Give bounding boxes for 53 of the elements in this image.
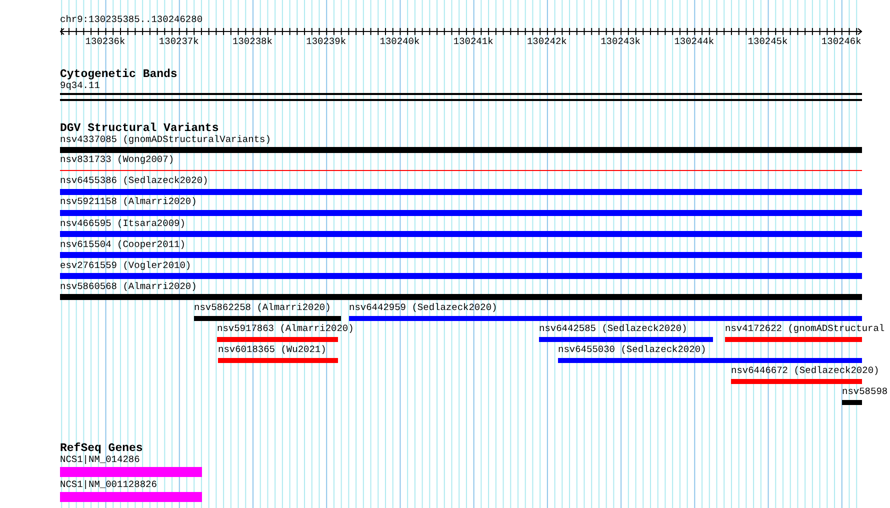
tick-label: 130246k (821, 36, 862, 48)
track-title: Cytogenetic Bands (60, 68, 178, 81)
feature-label: nsv5921158 (Almarri2020) (60, 196, 197, 208)
variant-bar[interactable] (194, 316, 341, 321)
variant-bar[interactable] (60, 210, 862, 216)
variant-bar[interactable] (539, 337, 713, 342)
tick-label: 130237k (158, 36, 199, 48)
feature-label: NCS1|NM_014286 (60, 454, 140, 466)
feature-label: nsv5917863 (Almarri2020) (217, 323, 354, 335)
feature-label: nsv4172622 (gnomADStructural (725, 323, 885, 335)
variant-bar[interactable] (60, 231, 862, 237)
feature-label: nsv831733 (Wong2007) (60, 154, 174, 166)
gene-bar[interactable] (60, 467, 202, 477)
feature-label: nsv466595 (Itsara2009) (60, 218, 186, 230)
variant-bar[interactable] (60, 294, 862, 300)
variant-bar[interactable] (842, 400, 862, 405)
variant-bar[interactable] (725, 337, 862, 342)
feature-label: nsv6018365 (Wu2021) (218, 344, 326, 356)
tick-label: 130240k (380, 36, 420, 48)
tick-label: 130244k (674, 36, 714, 48)
variant-bar[interactable] (60, 273, 862, 279)
variant-bar[interactable] (217, 337, 338, 342)
tick-label: 130239k (306, 36, 346, 48)
variant-bar[interactable] (60, 189, 862, 195)
feature-label: nsv6455030 (Sedlazeck2020) (558, 344, 706, 356)
tick-label: 130236k (85, 36, 126, 48)
feature-label: nsv615504 (Cooper2011) (60, 239, 186, 251)
variant-bar[interactable] (558, 358, 862, 363)
feature-label: nsv6446672 (Sedlazeck2020) (731, 365, 880, 377)
feature-label: esv2761559 (Vogler2010) (60, 260, 192, 272)
feature-label: nsv58598 (842, 386, 888, 398)
variant-bar[interactable] (731, 379, 862, 384)
tick-label: 130241k (453, 36, 494, 48)
feature-label: nsv6442959 (Sedlazeck2020) (349, 302, 498, 314)
variant-bar[interactable] (218, 358, 338, 363)
feature-label: nsv6455386 (Sedlazeck2020) (60, 175, 208, 187)
variant-bar[interactable] (60, 147, 862, 153)
gene-bar[interactable] (60, 492, 202, 502)
track-title: DGV Structural Variants (60, 122, 219, 135)
variant-bar[interactable] (60, 252, 862, 258)
tick-label: 130243k (600, 36, 640, 48)
tick-label: 130238k (232, 36, 272, 48)
feature-label: NCS1|NM_001128826 (60, 479, 157, 491)
location-label: chr9:130235385..130246280 (60, 14, 203, 26)
track-title: RefSeq Genes (60, 442, 143, 455)
tick-label: 130242k (526, 36, 567, 48)
feature-label: nsv5860568 (Almarri2020) (60, 281, 197, 293)
feature-label: nsv5862258 (Almarri2020) (194, 302, 331, 314)
variant-bar[interactable] (349, 316, 862, 321)
tick-label: 130245k (748, 36, 788, 48)
feature-label: nsv4337085 (gnomADStructuralVariants) (60, 134, 271, 146)
feature-label: nsv6442585 (Sedlazeck2020) (539, 323, 688, 335)
feature-label: 9q34.11 (60, 80, 100, 92)
